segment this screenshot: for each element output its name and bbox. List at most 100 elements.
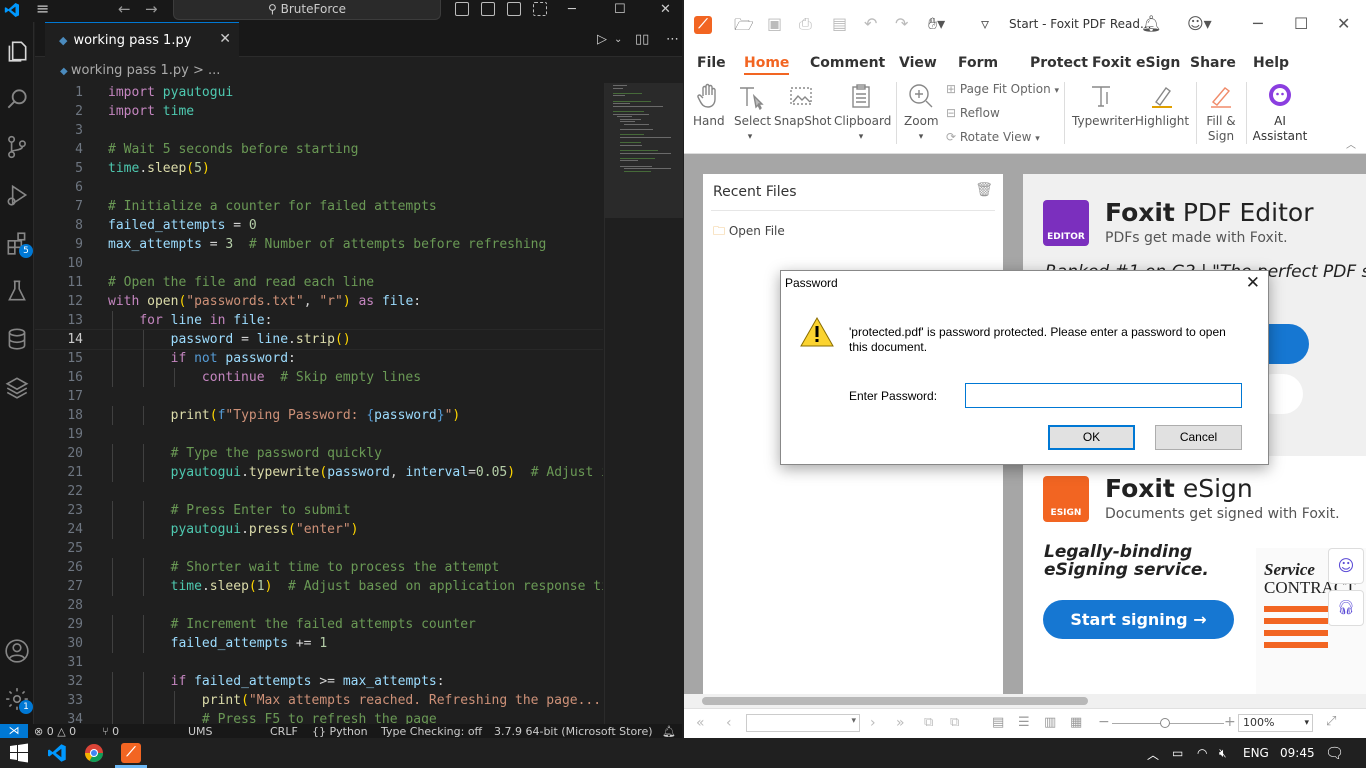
last-page-icon[interactable]: » bbox=[896, 715, 905, 731]
breadcrumb[interactable]: ◆ working pass 1.py > ... bbox=[60, 63, 220, 78]
collapse-ribbon-icon[interactable]: ︿ bbox=[1346, 136, 1356, 151]
close-window-icon[interactable]: ✕ bbox=[660, 0, 671, 20]
command-center-search[interactable]: ⚲ BruteForce bbox=[173, 0, 441, 20]
file-icon[interactable]: ▤ bbox=[832, 14, 847, 33]
page-fit-option-button[interactable]: ⊞ Page Fit Option ▾ bbox=[946, 82, 1059, 96]
explorer-icon[interactable] bbox=[4, 38, 30, 64]
zoom-out-icon[interactable]: − bbox=[1098, 714, 1110, 730]
save-icon[interactable]: ▣ bbox=[767, 14, 782, 33]
fullscreen-icon[interactable]: ⤢ bbox=[1326, 714, 1336, 729]
trash-icon[interactable]: 🗑︎ bbox=[975, 182, 993, 198]
zoom-dropdown-icon[interactable]: ▾ bbox=[919, 132, 924, 142]
maximize-icon[interactable]: ☐ bbox=[614, 0, 626, 20]
next-view-icon[interactable]: ⧉ bbox=[950, 715, 959, 730]
toggle-sidebar-icon[interactable] bbox=[455, 2, 469, 16]
code-line[interactable]: 1 import pyautogui bbox=[35, 83, 603, 102]
code-line[interactable]: 22 bbox=[35, 482, 603, 501]
tab-file[interactable]: File bbox=[697, 55, 726, 71]
first-page-icon[interactable]: « bbox=[696, 715, 705, 731]
hand-tool-button[interactable]: Hand bbox=[693, 82, 725, 128]
minimize-icon[interactable]: ─ bbox=[1253, 14, 1263, 33]
forward-arrow-icon[interactable]: → bbox=[145, 0, 158, 18]
code-line[interactable]: 24 pyautogui.press("enter") bbox=[35, 520, 603, 539]
tab-home[interactable]: Home bbox=[744, 55, 790, 75]
highlight-button[interactable]: Highlight bbox=[1134, 82, 1190, 128]
tab-form[interactable]: Form bbox=[958, 55, 998, 71]
close-window-icon[interactable]: ✕ bbox=[1337, 14, 1350, 33]
status-ums[interactable]: UMS bbox=[188, 725, 213, 738]
code-line[interactable]: 30 failed_attempts += 1 bbox=[35, 634, 603, 653]
code-line[interactable]: 3 bbox=[35, 121, 603, 140]
tab-comment[interactable]: Comment bbox=[810, 55, 885, 71]
notification-bell-icon[interactable]: 🔔︎ bbox=[1141, 14, 1161, 33]
run-debug-icon[interactable] bbox=[4, 182, 30, 208]
extensions-icon[interactable]: 5 bbox=[4, 230, 33, 258]
code-line[interactable]: 5 time.sleep(5) bbox=[35, 159, 603, 178]
volume-icon[interactable]: 🔇︎ bbox=[1219, 746, 1227, 761]
zoom-percent-dropdown-icon[interactable]: ▾ bbox=[1304, 715, 1309, 731]
code-line[interactable]: 32 if failed_attempts >= max_attempts: bbox=[35, 672, 603, 691]
tab-foxit-esign[interactable]: Foxit eSign bbox=[1092, 55, 1180, 71]
clipboard-dropdown-icon[interactable]: ▾ bbox=[859, 132, 864, 142]
tab-view[interactable]: View bbox=[899, 55, 937, 71]
ai-assistant-button[interactable]: AI Assistant bbox=[1252, 82, 1308, 144]
code-line[interactable]: 14 password = line.strip() bbox=[35, 329, 603, 350]
status-interpreter[interactable]: 3.7.9 64-bit (Microsoft Store) bbox=[494, 725, 653, 738]
zoom-button[interactable]: Zoom ▾ bbox=[904, 82, 939, 142]
close-tab-icon[interactable]: ✕ bbox=[219, 31, 231, 47]
problems-count[interactable]: ⊗ 0 △ 0 bbox=[34, 725, 76, 738]
tab-working-pass[interactable]: ◆ working pass 1.py ✕ bbox=[45, 22, 239, 57]
windows-start-icon[interactable] bbox=[9, 743, 29, 763]
code-line[interactable]: 25 bbox=[35, 539, 603, 558]
cancel-button[interactable]: Cancel bbox=[1155, 425, 1242, 450]
code-line[interactable]: 34 # Press F5 to refresh the page bbox=[35, 710, 603, 724]
maximize-icon[interactable]: ☐ bbox=[1294, 14, 1308, 33]
minimap[interactable] bbox=[604, 83, 683, 724]
ok-button[interactable]: OK bbox=[1048, 425, 1135, 450]
chrome-icon[interactable] bbox=[84, 743, 104, 763]
open-file-link[interactable]: 🗀︎ Open File bbox=[713, 222, 785, 243]
code-line[interactable]: 28 bbox=[35, 596, 603, 615]
page-number-input[interactable]: ▾ bbox=[746, 714, 860, 732]
zoom-percent-input[interactable]: 100% ▾ bbox=[1238, 714, 1313, 732]
code-line[interactable]: 27 time.sleep(1) # Adjust based on appli… bbox=[35, 577, 603, 596]
previous-view-icon[interactable]: ⧉ bbox=[924, 715, 933, 730]
continuous-icon[interactable]: ☰ bbox=[1018, 715, 1030, 730]
toggle-secondary-sidebar-icon[interactable] bbox=[507, 2, 521, 16]
manage-gear-icon[interactable]: 1 bbox=[4, 686, 33, 714]
tab-protect[interactable]: Protect bbox=[1030, 55, 1088, 71]
foxit-taskbar-icon[interactable]: ⟋ bbox=[121, 743, 141, 763]
code-line[interactable]: 26 # Shorter wait time to process the at… bbox=[35, 558, 603, 577]
scroll-thumb[interactable] bbox=[702, 697, 1088, 705]
source-control-icon[interactable] bbox=[4, 134, 30, 160]
toggle-panel-icon[interactable] bbox=[481, 2, 495, 16]
hamburger-menu-icon[interactable]: ≡ bbox=[36, 1, 54, 18]
tab-share[interactable]: Share bbox=[1190, 55, 1236, 71]
zoom-slider-thumb[interactable] bbox=[1160, 718, 1170, 728]
code-line[interactable]: 2 import time bbox=[35, 102, 603, 121]
code-line[interactable]: 9 max_attempts = 3 # Number of attempts b… bbox=[35, 235, 603, 254]
database-icon[interactable] bbox=[4, 326, 30, 352]
vscode-taskbar-icon[interactable] bbox=[47, 743, 67, 763]
customize-layout-icon[interactable] bbox=[533, 2, 547, 16]
next-page-icon[interactable]: › bbox=[870, 715, 876, 731]
code-line[interactable]: 17 bbox=[35, 387, 603, 406]
code-line[interactable]: 12 with open("passwords.txt", "r") as fil… bbox=[35, 292, 603, 311]
code-line[interactable]: 16 continue # Skip empty lines bbox=[35, 368, 603, 387]
redo-icon[interactable]: ↷ bbox=[895, 14, 908, 33]
open-folder-icon[interactable]: 🗁︎ bbox=[734, 14, 754, 41]
battery-icon[interactable]: ▭ bbox=[1172, 746, 1183, 760]
layers-icon[interactable] bbox=[4, 374, 30, 400]
status-eol[interactable]: CRLF bbox=[270, 725, 298, 738]
rotate-view-button[interactable]: ⟳ Rotate View ▾ bbox=[946, 130, 1040, 144]
code-line[interactable]: 31 bbox=[35, 653, 603, 672]
reflow-button[interactable]: ⊟ Reflow bbox=[946, 106, 1000, 120]
chat-bot-icon[interactable]: ☺ bbox=[1328, 548, 1364, 584]
code-line[interactable]: 15 if not password: bbox=[35, 349, 603, 368]
undo-icon[interactable]: ↶ bbox=[864, 14, 877, 33]
start-signing-button[interactable]: Start signing → bbox=[1043, 600, 1234, 639]
code-line[interactable]: 20 # Type the password quickly bbox=[35, 444, 603, 463]
code-editor[interactable]: 1 import pyautogui 2 import time 3 4 # Wait 5 … bbox=[35, 83, 603, 724]
search-view-icon[interactable] bbox=[4, 86, 30, 112]
zoom-in-icon[interactable]: + bbox=[1224, 714, 1236, 730]
